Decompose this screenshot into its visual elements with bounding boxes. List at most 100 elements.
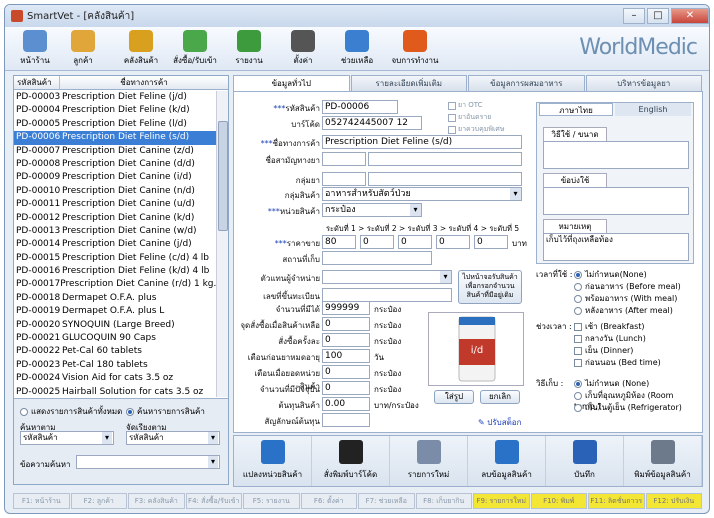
toolbar-help-button[interactable]: ช่วยเหลือ xyxy=(331,30,383,67)
toolbar-warehouse-button[interactable]: คลังสินค้า xyxy=(115,30,167,67)
col-code-header[interactable]: รหัสสินค้า xyxy=(14,76,60,89)
list-item[interactable]: PD-00011 Prescription Diet Canine (u/d) xyxy=(14,198,216,211)
list-item[interactable]: PD-00003 Prescription Diet Feline (j/d) xyxy=(14,91,216,104)
price-level-3-input[interactable]: 0 xyxy=(398,235,432,249)
expiry-input[interactable]: 100 xyxy=(322,349,370,363)
time-option[interactable]: หลังอาหาร (After meal) xyxy=(574,304,673,317)
reg-input[interactable] xyxy=(322,288,452,302)
add-photo-button[interactable]: ใส่รูป xyxy=(434,390,474,404)
list-item[interactable]: PD-00022 Pet-Cal 60 tablets xyxy=(14,345,216,358)
stockwarn-input[interactable]: 0 xyxy=(322,365,370,379)
current-input[interactable]: 0 xyxy=(322,381,370,395)
list-item[interactable]: PD-00020 SYNOQUIN (Large Breed) xyxy=(14,319,216,332)
adjust-stock-link[interactable]: ✎ ปรับสต็อก xyxy=(478,416,521,429)
period-option[interactable]: ก่อนนอน (Bed time) xyxy=(574,356,661,369)
save-button[interactable]: บันทึก xyxy=(546,436,624,486)
list-item[interactable]: PD-00019 Dermapet O.F.A. plus L xyxy=(14,305,216,318)
price-level-1-input[interactable]: 80 xyxy=(322,235,356,249)
generic-input-1[interactable] xyxy=(322,152,366,166)
trade-input[interactable]: Prescription Diet Feline (s/d) xyxy=(322,135,522,149)
fkey-3[interactable]: F3: คลังสินค้า xyxy=(128,493,185,509)
show-all-option[interactable]: แสดงรายการสินค้าทั้งหมด xyxy=(20,405,122,418)
list-item[interactable]: PD-00004 Prescription Diet Feline (k/d) xyxy=(14,104,216,117)
delete-button[interactable]: ลบข้อมูลสินค้า xyxy=(468,436,546,486)
list-item[interactable]: PD-00014 Prescription Diet Canine (j/d) xyxy=(14,238,216,251)
code-input[interactable]: PD-00006 xyxy=(322,100,398,114)
toolbar-settings-button[interactable]: ตั้งค่า xyxy=(277,30,329,67)
toolbar-chart-button[interactable]: รายงาน xyxy=(223,30,275,67)
list-item[interactable]: PD-00012 Prescription Diet Canine (k/d) xyxy=(14,212,216,225)
product-group-select[interactable]: อาหารสำหรับสัตว์ป่วย xyxy=(322,187,522,201)
list-item[interactable]: PD-00025 Hairball Solution for cats 3.5 o… xyxy=(14,386,216,399)
fkey-4[interactable]: F4: สั่งซื้อ/รับเข้า xyxy=(185,493,242,509)
tab-1[interactable]: รายละเอียดเพิ่มเติม xyxy=(350,75,467,91)
symbol-input[interactable] xyxy=(322,413,370,427)
otc-checkbox[interactable]: ยา OTC xyxy=(448,100,483,111)
reorder-input[interactable]: 0 xyxy=(322,317,370,331)
tab-2[interactable]: ข้อมูลการผสมอาหาร xyxy=(468,75,585,91)
perorder-input[interactable]: 0 xyxy=(322,333,370,347)
group-input-1[interactable] xyxy=(322,172,366,186)
list-item[interactable]: PD-00016 Prescription Diet Feline (k/d) 4… xyxy=(14,265,216,278)
toolbar-monitor-button[interactable]: หน้าร้าน xyxy=(9,30,61,67)
toolbar-order-button[interactable]: สั่งซื้อ/รับเข้า xyxy=(169,30,221,67)
list-item[interactable]: PD-00013 Prescription Diet Canine (w/d) xyxy=(14,225,216,238)
list-item[interactable]: PD-00023 Pet-Cal 180 tablets xyxy=(14,359,216,372)
tab-3[interactable]: บริหารข้อมูลยา xyxy=(585,75,702,91)
controlled-checkbox[interactable]: ยาควบคุมพิเศษ xyxy=(448,124,504,135)
store-option[interactable]: เก็บในตู้เย็น (Refrigerator) xyxy=(574,401,682,414)
list-item[interactable]: PD-00024 Vision Aid for cats 3.5 oz xyxy=(14,372,216,385)
fkey-2[interactable]: F2: ลูกค้า xyxy=(70,493,127,509)
remove-photo-button[interactable]: ยกเลิก xyxy=(480,390,520,404)
unit-select[interactable]: กระป๋อง xyxy=(322,203,422,217)
col-name-header[interactable]: ชื่อทางการค้า xyxy=(60,76,228,89)
fkey-8[interactable]: F8: เก็บยากิน xyxy=(415,493,472,509)
barcode-input[interactable]: 052742445007 12 xyxy=(322,116,422,130)
qty-input[interactable]: 999999 xyxy=(322,301,370,315)
keyword-input[interactable] xyxy=(76,455,220,469)
fkey-12[interactable]: F12: ปรับเงิน xyxy=(645,493,702,509)
list-item[interactable]: PD-00006 Prescription Diet Feline (s/d) xyxy=(14,131,216,145)
scroll-thumb[interactable] xyxy=(218,121,228,231)
maximize-button[interactable]: □ xyxy=(647,8,669,24)
tab-0[interactable]: ข้อมูลทั่วไป xyxy=(233,75,350,91)
storage-input[interactable] xyxy=(322,251,432,265)
goto-receive-button[interactable]: ไปหน้าจอรับสินค้า เพื่อกรอกจำนวน สินค้าท… xyxy=(458,270,522,304)
close-button[interactable]: ✕ xyxy=(671,8,709,24)
usage-text[interactable] xyxy=(543,141,689,169)
group-input-2[interactable] xyxy=(368,172,522,186)
price-level-2-input[interactable]: 0 xyxy=(360,235,394,249)
note-text[interactable]: เก็บไว้ที่ถุงเหลือท้อง xyxy=(543,233,689,261)
list-item[interactable]: PD-00015 Prescription Diet Feline (c/d) 4… xyxy=(14,252,216,265)
list-item[interactable]: PD-00017 Prescription Diet Canine (r/d) 1… xyxy=(14,278,216,291)
generic-input-2[interactable] xyxy=(368,152,522,166)
list-item[interactable]: PD-00008 Prescription Diet Canine (d/d) xyxy=(14,158,216,171)
sort-by-select[interactable]: รหัสสินค้า xyxy=(126,431,220,445)
list-item[interactable]: PD-00007 Prescription Diet Canine (z/d) xyxy=(14,145,216,158)
print-button[interactable]: พิมพ์ข้อมูลสินค้า xyxy=(624,436,702,486)
distributor-select[interactable] xyxy=(322,270,452,284)
fkey-9[interactable]: F9: รายการใหม่ xyxy=(473,493,530,509)
fkey-1[interactable]: F1: หน้าร้าน xyxy=(13,493,70,509)
toolbar-users-button[interactable]: ลูกค้า xyxy=(57,30,109,67)
list-scrollbar[interactable] xyxy=(216,91,228,397)
fkey-7[interactable]: F7: ช่วยเหลือ xyxy=(358,493,415,509)
fkey-11[interactable]: F11: ลิตชั่นถาวร xyxy=(588,493,645,509)
dangerous-checkbox[interactable]: ยาอันตราย xyxy=(448,112,491,123)
list-item[interactable]: PD-00021 GLUCOQUIN 90 Caps xyxy=(14,332,216,345)
cost-input[interactable]: 0.00 xyxy=(322,397,370,411)
fkey-10[interactable]: F10: พิมพ์รายการ xyxy=(530,493,587,513)
barcode-button[interactable]: สั่งพิมพ์บาร์โค้ด xyxy=(312,436,390,486)
price-level-5-input[interactable]: 0 xyxy=(474,235,508,249)
minimize-button[interactable]: – xyxy=(623,8,645,24)
search-by-select[interactable]: รหัสสินค้า xyxy=(20,431,114,445)
price-level-4-input[interactable]: 0 xyxy=(436,235,470,249)
new-doc-button[interactable]: รายการใหม่ xyxy=(390,436,468,486)
list-item[interactable]: PD-00009 Prescription Diet Canine (i/d) xyxy=(14,171,216,184)
convert-button[interactable]: แปลงหน่วยสินค้า xyxy=(234,436,312,486)
tab-thai[interactable]: ภาษาไทย xyxy=(539,103,613,116)
list-item[interactable]: PD-00010 Prescription Diet Canine (n/d) xyxy=(14,185,216,198)
fkey-6[interactable]: F6: ตั้งค่า xyxy=(300,493,357,509)
toolbar-power-button[interactable]: จบการทำงาน xyxy=(389,30,441,67)
search-list-option[interactable]: ค้นหารายการสินค้า xyxy=(126,405,205,418)
